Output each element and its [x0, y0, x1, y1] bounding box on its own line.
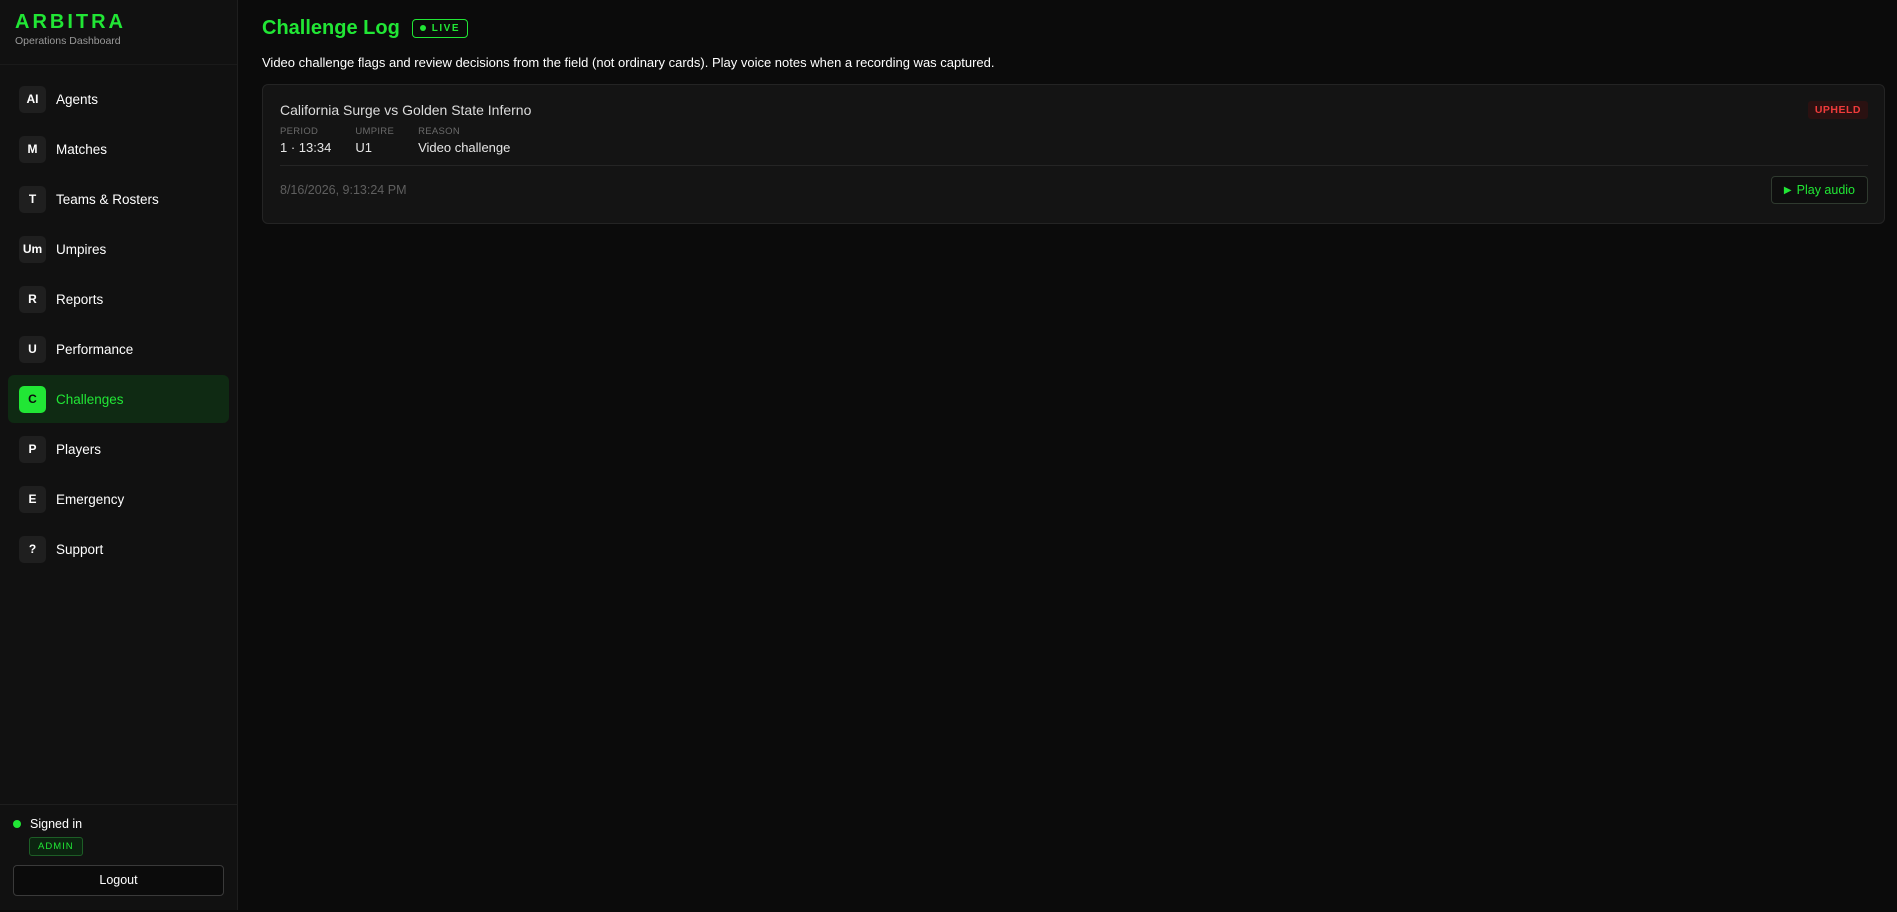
sidebar-item-matches[interactable]: M Matches	[8, 125, 229, 173]
sidebar-item-performance[interactable]: U Performance	[8, 325, 229, 373]
logout-button[interactable]: Logout	[13, 865, 224, 896]
match-title: California Surge vs Golden State Inferno	[280, 102, 532, 118]
challenges-icon: C	[19, 385, 46, 413]
live-badge: LIVE	[411, 18, 469, 38]
sidebar-item-label: Agents	[56, 91, 99, 107]
app-shell: ARBITRA Operations Dashboard AI Agents M…	[0, 0, 1897, 910]
main-content: Challenge Log LIVE Video challenge flags…	[238, 0, 1897, 910]
challenge-card-header: California Surge vs Golden State Inferno…	[280, 101, 1868, 119]
reports-icon: R	[19, 285, 46, 313]
sidebar-item-label: Players	[56, 441, 102, 457]
challenge-card-footer: 8/16/2026, 9:13:24 PM ▶ Play audio	[280, 176, 1868, 204]
brand-logo[interactable]: ARBITRA	[15, 12, 223, 32]
field-umpire: UMPIRE U1	[355, 126, 394, 155]
sidebar-item-agents[interactable]: AI Agents	[8, 75, 229, 123]
sidebar-nav: AI Agents M Matches T Teams & Rosters Um…	[0, 65, 237, 573]
field-value: U1	[355, 140, 372, 155]
field-value: Video challenge	[418, 140, 511, 155]
sidebar-item-label: Matches	[56, 141, 108, 157]
play-audio-label: Play audio	[1796, 183, 1855, 197]
page-header: Challenge Log LIVE	[262, 16, 1885, 40]
sidebar-item-label: Performance	[56, 341, 134, 357]
field-label: PERIOD	[280, 126, 319, 137]
timestamp: 8/16/2026, 9:13:24 PM	[280, 183, 407, 197]
online-dot-icon	[13, 820, 21, 828]
sidebar-item-label: Challenges	[56, 391, 124, 407]
matches-icon: M	[19, 135, 46, 163]
sidebar-item-support[interactable]: ? Support	[8, 525, 229, 573]
page-title: Challenge Log	[262, 16, 400, 39]
field-period: PERIOD 1 · 13:34	[280, 126, 331, 155]
challenge-fields: PERIOD 1 · 13:34 UMPIRE U1 REASON Video …	[280, 126, 1868, 155]
page-description: Video challenge flags and review decisio…	[262, 55, 995, 70]
sidebar-footer: Signed in ADMIN Logout	[0, 804, 237, 910]
teams-icon: T	[19, 185, 46, 213]
field-label: UMPIRE	[355, 126, 395, 137]
sidebar: ARBITRA Operations Dashboard AI Agents M…	[0, 0, 238, 910]
sidebar-item-challenges[interactable]: C Challenges	[8, 375, 229, 423]
sidebar-item-label: Umpires	[56, 241, 107, 257]
emergency-icon: E	[19, 485, 46, 513]
support-icon: ?	[19, 535, 46, 563]
sidebar-item-umpires[interactable]: Um Umpires	[8, 225, 229, 273]
players-icon: P	[19, 435, 46, 463]
field-reason: REASON Video challenge	[418, 126, 510, 155]
card-divider	[280, 165, 1868, 166]
sidebar-item-emergency[interactable]: E Emergency	[8, 475, 229, 523]
sidebar-item-label: Reports	[56, 291, 104, 307]
sidebar-item-reports[interactable]: R Reports	[8, 275, 229, 323]
play-icon: ▶	[1783, 184, 1792, 196]
sidebar-item-teams-rosters[interactable]: T Teams & Rosters	[8, 175, 229, 223]
role-badge: ADMIN	[29, 837, 83, 856]
sidebar-item-players[interactable]: P Players	[8, 425, 229, 473]
field-value: 1 · 13:34	[280, 140, 332, 155]
challenge-card: California Surge vs Golden State Inferno…	[262, 84, 1885, 224]
sidebar-item-label: Emergency	[56, 491, 125, 507]
umpires-icon: Um	[19, 235, 46, 263]
play-audio-button[interactable]: ▶ Play audio	[1770, 176, 1868, 204]
performance-icon: U	[19, 335, 46, 363]
brand-subtitle: Operations Dashboard	[15, 35, 121, 47]
brand: ARBITRA Operations Dashboard	[0, 0, 237, 65]
sidebar-item-label: Teams & Rosters	[56, 191, 159, 207]
signin-status-label: Signed in	[30, 817, 83, 831]
sidebar-item-label: Support	[56, 541, 104, 557]
signin-status: Signed in	[13, 817, 224, 831]
live-dot-icon	[419, 25, 426, 31]
live-label: LIVE	[431, 22, 461, 34]
status-badge: UPHELD	[1807, 101, 1868, 119]
field-label: REASON	[418, 126, 460, 137]
agents-icon: AI	[19, 85, 46, 113]
